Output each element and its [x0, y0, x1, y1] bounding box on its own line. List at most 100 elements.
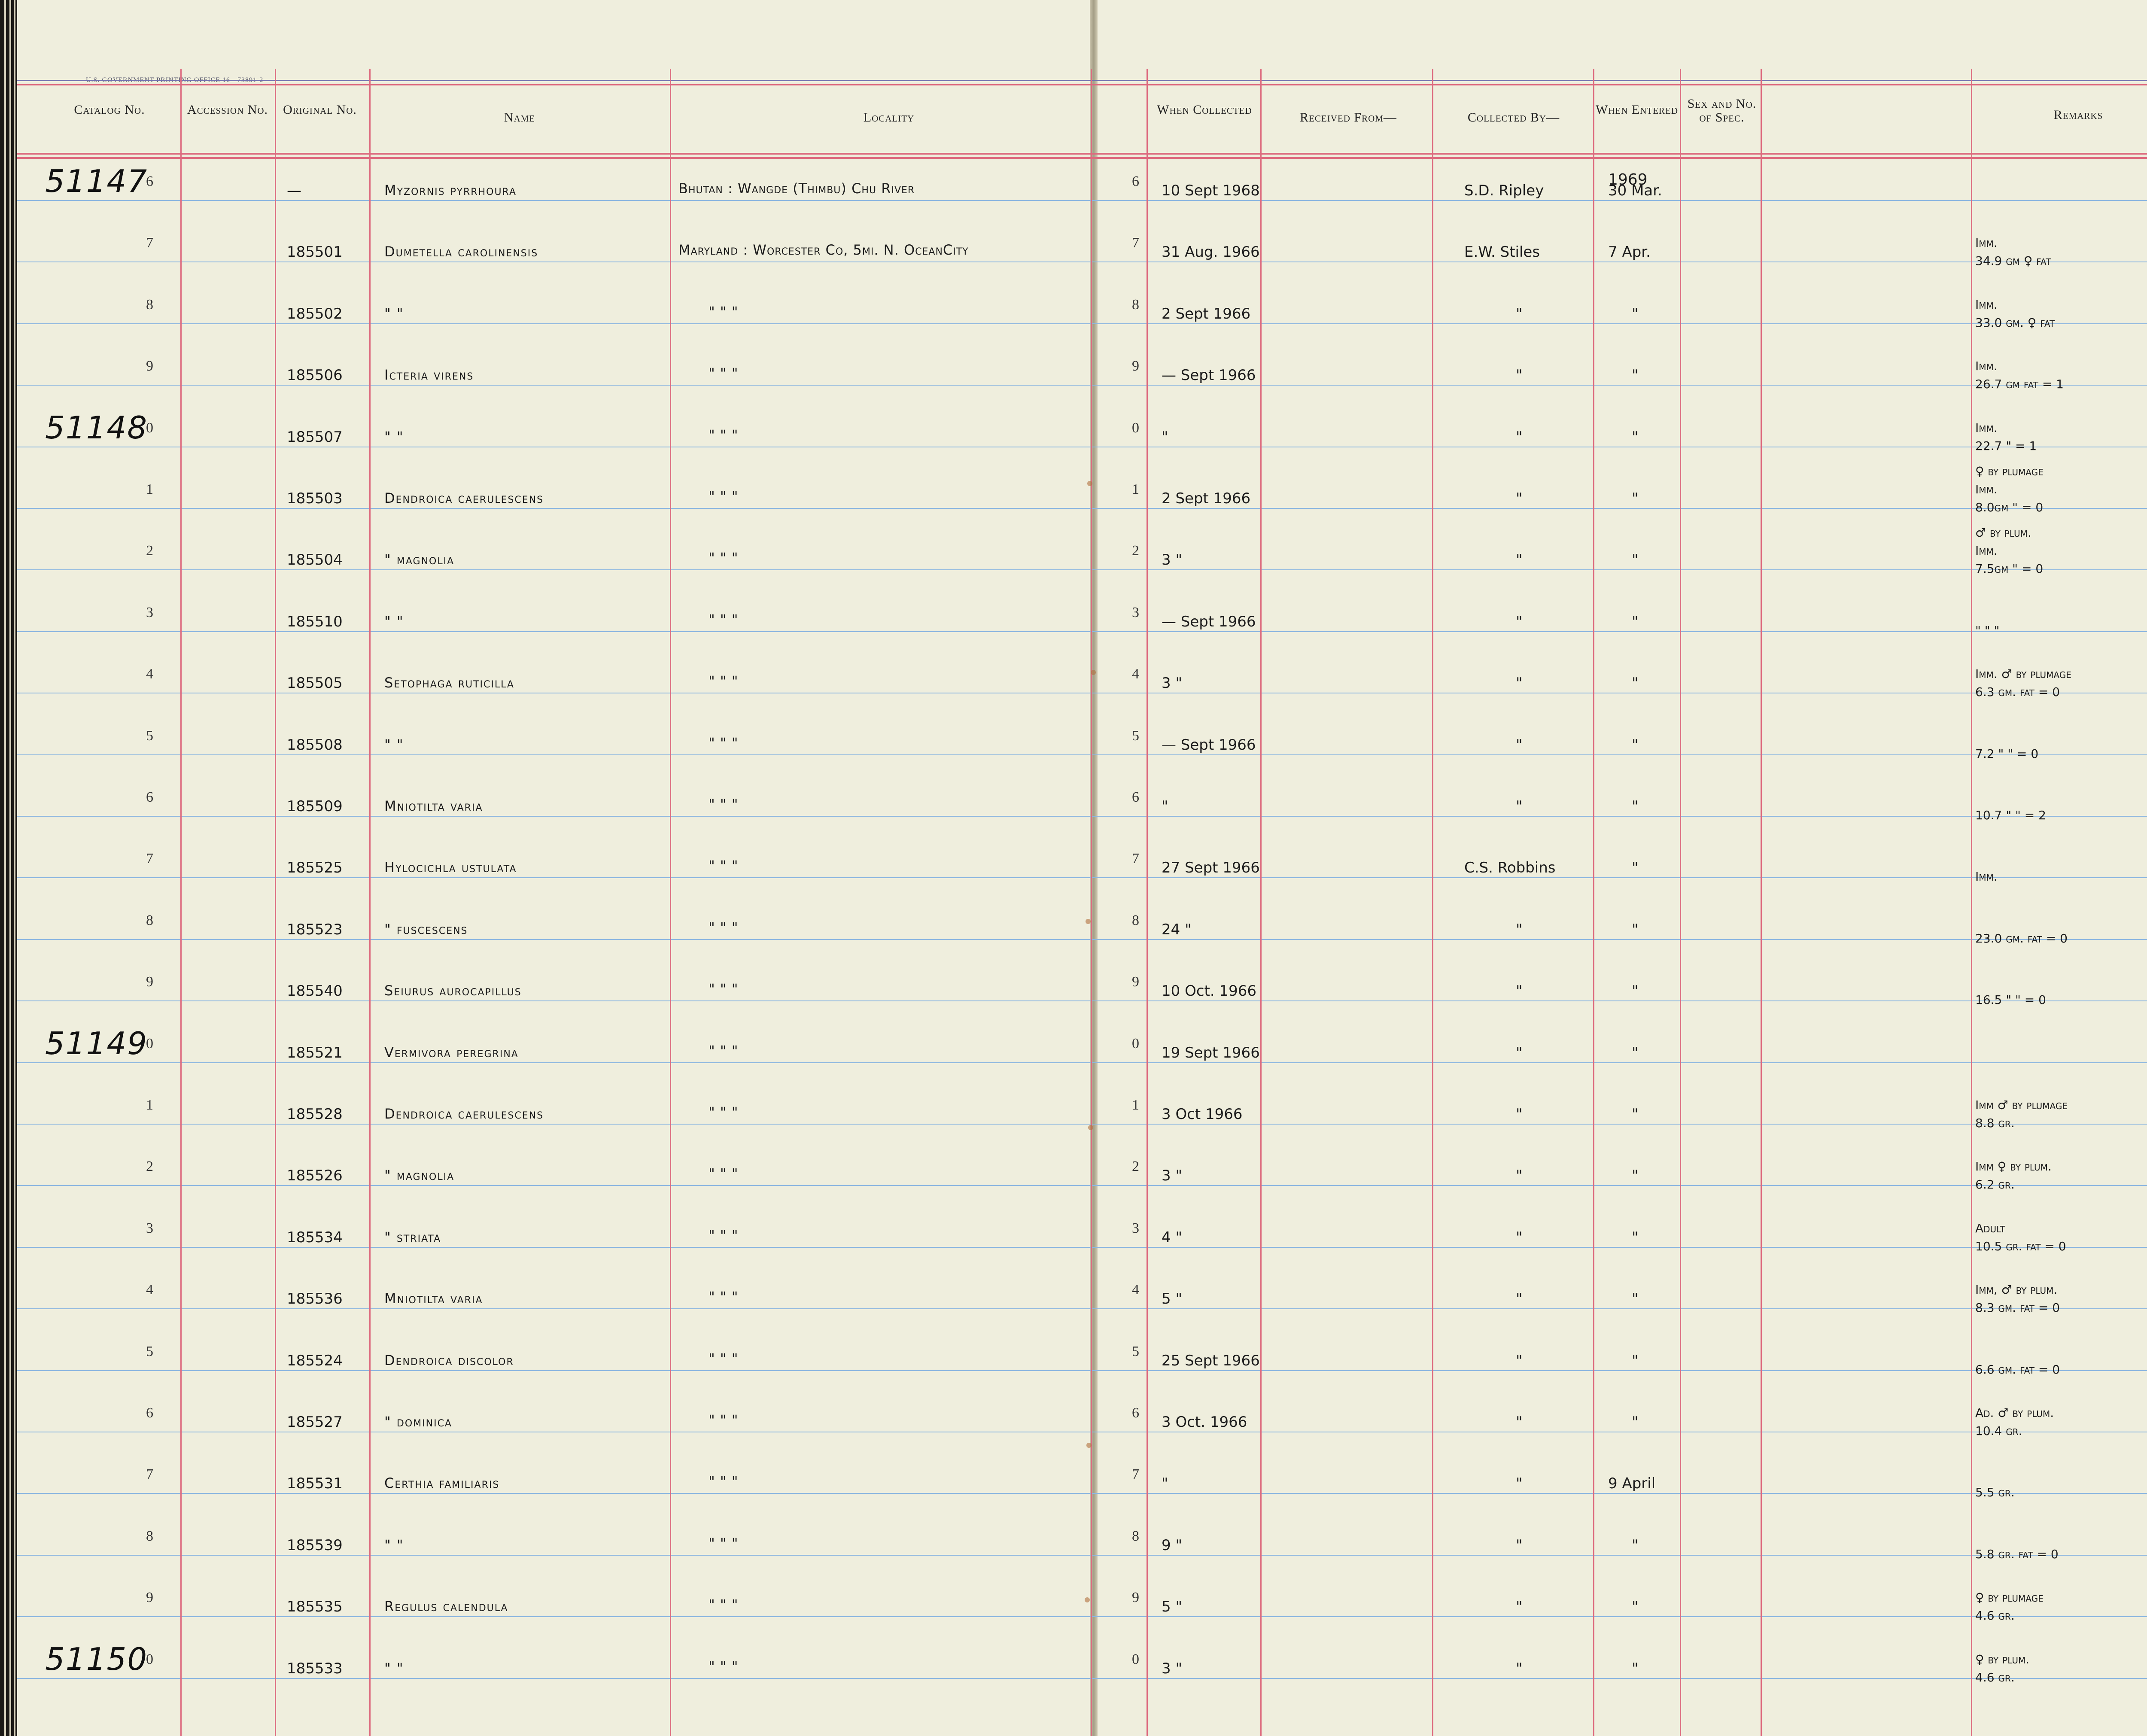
row-rule [17, 385, 2147, 386]
column-rule [1593, 69, 1594, 1736]
remarks: Imm. ♂ by plumage 6.3 gm. fat = 0 [1975, 665, 2071, 701]
when-collected: " [1162, 798, 1168, 815]
when-entered: " [1632, 921, 1639, 938]
when-collected: 5 " [1162, 1290, 1183, 1307]
original-number: 185501 [287, 243, 343, 261]
collected-by: " [1516, 1537, 1523, 1554]
species-name: Vermivora peregrina [384, 1044, 519, 1061]
remarks: 7.2 " " = 0 [1975, 745, 2038, 763]
when-collected: 3 Oct. 1966 [1162, 1414, 1247, 1431]
row-number: 4 [146, 666, 153, 682]
collected-by: " [1516, 798, 1523, 815]
when-collected: 25 Sept 1966 [1162, 1352, 1260, 1369]
collected-by: " [1516, 1229, 1523, 1246]
header-original-no: Original No. [283, 103, 357, 117]
remark-line: Imm. [1975, 298, 1998, 312]
remark-line: 10.7 " " = 2 [1975, 808, 2046, 822]
row-number: 0 [1132, 1036, 1139, 1052]
original-number: 185521 [287, 1044, 343, 1061]
original-number: 185505 [287, 675, 343, 692]
when-entered: " [1632, 1167, 1639, 1184]
row-number: 8 [1132, 1528, 1139, 1544]
when-collected: 4 " [1162, 1229, 1183, 1246]
remark-line: Imm. ♂ by plumage [1975, 667, 2071, 681]
when-entered: " [1632, 1290, 1639, 1307]
species-name: Certhia familiaris [384, 1475, 500, 1491]
catalog-number: 51148 [45, 410, 148, 446]
locality: " " " [709, 488, 739, 505]
locality: " " " [709, 1473, 739, 1490]
remark-line: 5.5 gr. [1975, 1485, 2015, 1499]
original-number: 185506 [287, 367, 343, 384]
species-name: Dumetella carolinensis [384, 243, 538, 260]
row-rule [17, 508, 2147, 509]
species-name: " " [384, 736, 404, 753]
remarks: 10.7 " " = 2 [1975, 806, 2046, 824]
row-number: 8 [146, 297, 153, 313]
rust-spot [1087, 481, 1092, 486]
row-number: 9 [146, 358, 153, 374]
row-number: 9 [146, 974, 153, 990]
row-rule [17, 816, 2147, 817]
collected-by: " [1516, 1414, 1523, 1431]
remark-line: 10.4 gr. [1975, 1424, 2022, 1438]
locality: " " " [709, 1350, 739, 1367]
page-edge [4, 0, 6, 1736]
remark-line: ♀ by plumage [1975, 1590, 2044, 1605]
locality: " " " [709, 673, 739, 689]
row-number: 1 [1132, 481, 1139, 497]
header-remarks: Remarks [2053, 108, 2103, 122]
row-number: 2 [146, 543, 153, 559]
original-number: 185528 [287, 1106, 343, 1123]
species-name: " fuscescens [384, 921, 468, 937]
original-number: 185510 [287, 613, 343, 630]
locality: " " " [709, 1104, 739, 1120]
header-when-collected: When Collected [1157, 103, 1252, 117]
row-number: 2 [1132, 1158, 1139, 1174]
column-rule [1260, 69, 1262, 1736]
remark-line: 33.0 gm. ♀ fat [1975, 316, 2055, 330]
when-entered: " [1632, 1414, 1639, 1431]
when-entered: " [1632, 490, 1639, 507]
left-page [17, 0, 1092, 1736]
remarks: Imm. [1975, 868, 1998, 886]
when-collected: — Sept 1966 [1162, 613, 1256, 630]
remark-line: 10.5 gr. fat = 0 [1975, 1239, 2066, 1253]
species-name: Seiurus aurocapillus [384, 982, 522, 999]
collected-by: C.S. Robbins [1464, 859, 1556, 876]
remark-line: 4.6 gr. [1975, 1670, 2015, 1684]
original-number: 185539 [287, 1537, 343, 1554]
remarks: Imm ♀ by plum. 6.2 gr. [1975, 1158, 2052, 1194]
remark-line: 23.0 gm. fat = 0 [1975, 931, 2068, 946]
rust-spot [1086, 1443, 1092, 1448]
remarks: Imm, ♂ by plum. 8.3 gm. fat = 0 [1975, 1281, 2060, 1317]
remark-line: Imm. [1975, 236, 1998, 250]
collected-by: " [1516, 613, 1523, 630]
column-rule [1146, 69, 1148, 1736]
original-number: 185507 [287, 429, 343, 446]
when-collected: " [1162, 1475, 1168, 1492]
remark-line: 8.3 gm. fat = 0 [1975, 1301, 2060, 1315]
header-accession-no: Accession No. [187, 103, 268, 117]
original-number: 185540 [287, 982, 343, 1000]
when-collected: 10 Sept 1968 [1162, 182, 1260, 199]
row-rule [17, 323, 2147, 324]
remark-line: Imm ♂ by plumage [1975, 1098, 2068, 1112]
original-number: 185535 [287, 1598, 343, 1615]
remarks: 23.0 gm. fat = 0 [1975, 930, 2068, 948]
remarks: Imm. 22.7 " = 1 [1975, 419, 2037, 455]
rust-spot [1085, 1597, 1090, 1602]
locality: " " " [709, 1596, 739, 1613]
row-number: 4 [1132, 1282, 1139, 1298]
row-number: 7 [1132, 851, 1139, 866]
collected-by: S.D. Ripley [1464, 182, 1544, 199]
remarks: Imm. 33.0 gm. ♀ fat [1975, 296, 2055, 332]
species-name: Dendroica caerulescens [384, 1106, 544, 1122]
remark-line: 22.7 " = 1 [1975, 439, 2037, 453]
remark-line: 4.6 gr. [1975, 1608, 2015, 1623]
row-number: 7 [1132, 1466, 1139, 1482]
row-rule [17, 569, 2147, 570]
original-number: 185503 [287, 490, 343, 507]
row-number: 6 [1132, 789, 1139, 805]
row-rule [17, 1370, 2147, 1371]
